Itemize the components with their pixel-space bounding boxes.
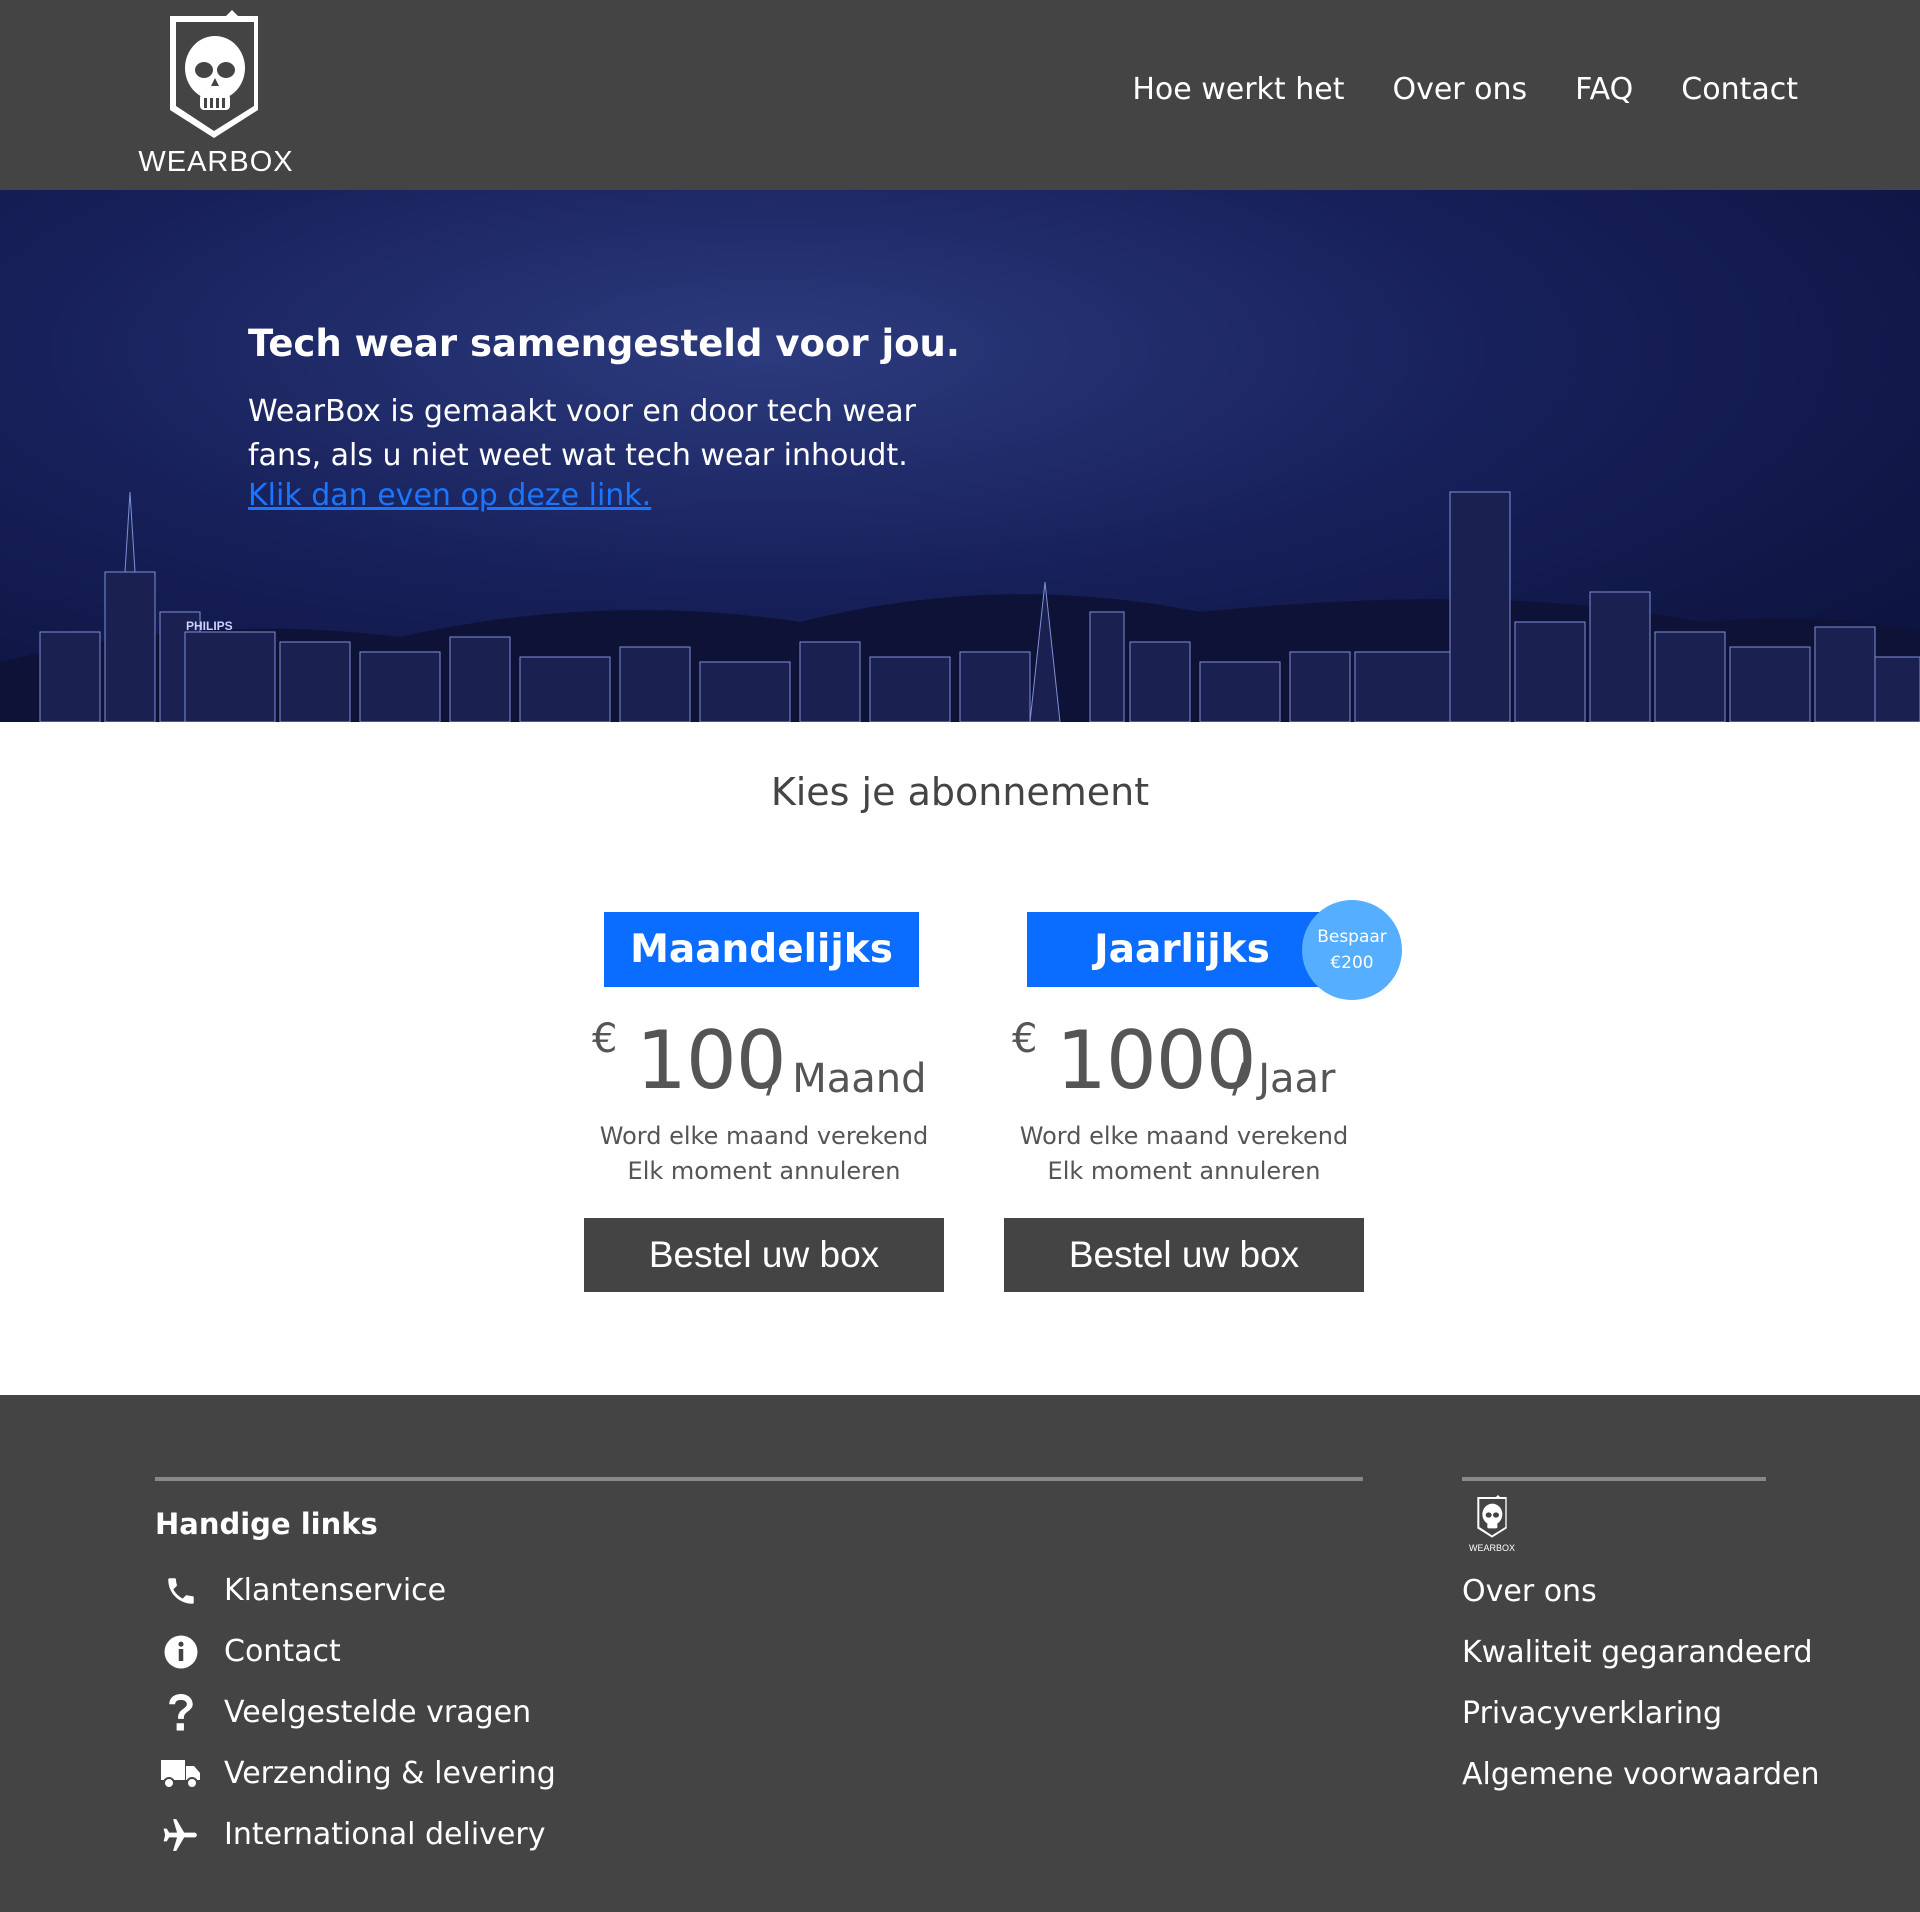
plan-note-billing: Word elke maand verekend <box>1019 1122 1349 1150</box>
phone-icon <box>160 1570 202 1612</box>
site-footer: Handige links Klantenservice Contact Vee… <box>0 1395 1920 1912</box>
philips-sign: PHILIPS <box>186 619 233 633</box>
badge-line-2: €200 <box>1330 953 1374 973</box>
question-icon <box>160 1692 202 1734</box>
plan-note-billing: Word elke maand verekend <box>599 1122 929 1150</box>
nav-item-faq[interactable]: FAQ <box>1575 72 1633 107</box>
nav-item-over-ons[interactable]: Over ons <box>1392 72 1527 107</box>
footer-link-label: Klantenservice <box>224 1573 447 1608</box>
hero-description: WearBox is gemaakt voor en door tech wea… <box>248 394 916 473</box>
plan-card-yearly: Jaarlijks Bespaar €200 € 1000 / Jaar Wor… <box>1004 900 1402 1292</box>
footer-link-over-ons[interactable]: Over ons <box>1462 1561 1819 1622</box>
price-currency: € <box>592 1016 618 1062</box>
skull-shield-icon <box>170 10 258 138</box>
footer-link-kwaliteit[interactable]: Kwaliteit gegarandeerd <box>1462 1622 1819 1683</box>
footer-link-klantenservice[interactable]: Klantenservice <box>160 1560 556 1621</box>
footer-divider-left <box>155 1477 1363 1481</box>
footer-link-label: International delivery <box>224 1817 546 1852</box>
brand-wordmark: WEARBOX <box>138 146 294 178</box>
footer-wordmark: WEARBOX <box>1468 1543 1515 1553</box>
footer-link-list: Klantenservice Contact Veelgestelde vrag… <box>160 1560 556 1865</box>
footer-heading: Handige links <box>155 1507 378 1541</box>
order-button-monthly[interactable]: Bestel uw box <box>584 1218 944 1292</box>
hero-title: Tech wear samengesteld voor jou. <box>248 322 960 365</box>
footer-link-label: Veelgestelde vragen <box>224 1695 532 1730</box>
plan-note-cancel: Elk moment annuleren <box>1047 1157 1321 1185</box>
price-amount: 100 <box>636 1014 787 1107</box>
footer-link-label: Verzending & levering <box>224 1756 556 1791</box>
footer-link-international[interactable]: International delivery <box>160 1804 556 1865</box>
price-unit: / Jaar <box>1232 1056 1336 1102</box>
plane-icon <box>160 1814 202 1856</box>
skull-shield-icon <box>1477 1495 1507 1538</box>
plan-tag-yearly: Jaarlijks <box>1027 912 1337 987</box>
price-amount: 1000 <box>1056 1014 1257 1107</box>
truck-icon <box>160 1753 202 1795</box>
footer-divider-right <box>1462 1477 1766 1481</box>
order-button-yearly[interactable]: Bestel uw box <box>1004 1218 1364 1292</box>
footer-link-verzending[interactable]: Verzending & levering <box>160 1743 556 1804</box>
pricing-title: Kies je abonnement <box>770 770 1150 814</box>
hero-banner: PHILIPS Tech wear samengesteld voor jou.… <box>0 190 1920 722</box>
info-icon <box>160 1631 202 1673</box>
nav-item-contact[interactable]: Contact <box>1681 72 1798 107</box>
footer-link-voorwaarden[interactable]: Algemene voorwaarden <box>1462 1744 1819 1805</box>
footer-link-privacy[interactable]: Privacyverklaring <box>1462 1683 1819 1744</box>
main-nav: Hoe werkt het Over ons FAQ Contact <box>1132 72 1798 107</box>
footer-link-contact[interactable]: Contact <box>160 1621 556 1682</box>
plan-tag-monthly: Maandelijks <box>604 912 919 987</box>
site-header: WEARBOX Hoe werkt het Over ons FAQ Conta… <box>0 0 1920 190</box>
plan-card-monthly: Maandelijks € 100 / Maand Word elke maan… <box>584 912 944 1292</box>
plan-note-cancel: Elk moment annuleren <box>627 1157 901 1185</box>
badge-line-1: Bespaar <box>1317 927 1387 947</box>
savings-badge: Bespaar €200 <box>1302 900 1402 1000</box>
footer-right-links: Over ons Kwaliteit gegarandeerd Privacyv… <box>1462 1561 1819 1805</box>
brand-logo[interactable]: WEARBOX <box>126 10 306 178</box>
price-currency: € <box>1012 1016 1038 1062</box>
price-unit: / Maand <box>766 1056 927 1102</box>
hero-info-link[interactable]: Klik dan even op deze link. <box>248 478 651 513</box>
nav-item-hoe-werkt-het[interactable]: Hoe werkt het <box>1132 72 1344 107</box>
footer-link-label: Contact <box>224 1634 341 1669</box>
footer-link-faq[interactable]: Veelgestelde vragen <box>160 1682 556 1743</box>
